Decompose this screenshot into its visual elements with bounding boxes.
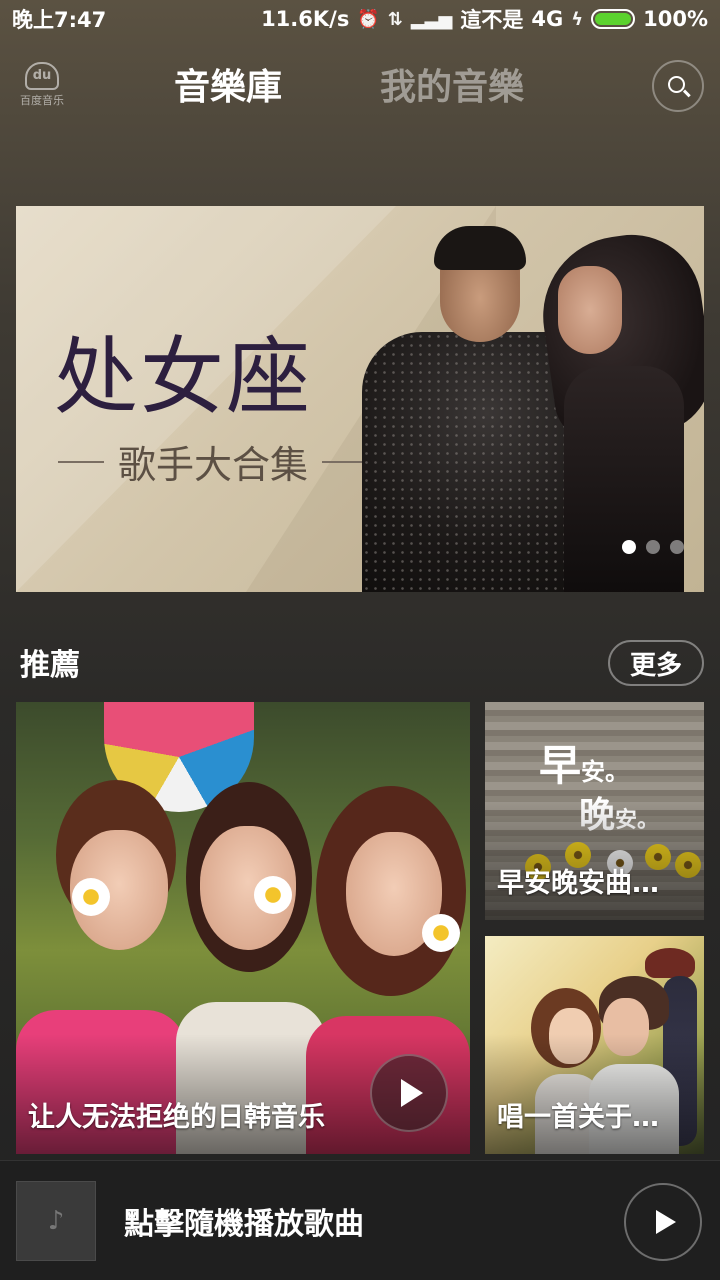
tab-music-library[interactable]: 音樂庫: [174, 58, 282, 110]
playlist-play-button[interactable]: [370, 1054, 448, 1132]
signal-icon: ▂▃▅: [410, 8, 453, 30]
search-button[interactable]: [652, 60, 704, 112]
data-transfer-icon: ⇅: [387, 8, 403, 30]
featured-banner[interactable]: 处女座 歌手大合集: [16, 206, 704, 592]
card-art-text: 早安。: [539, 741, 630, 790]
play-icon: [656, 1210, 676, 1234]
battery-percent: 100%: [643, 7, 708, 31]
search-icon: [667, 75, 685, 93]
charging-icon: ϟ: [571, 8, 584, 30]
section-title-recommend: 推薦: [20, 648, 80, 683]
playlist-card-title: 早安晚安曲…: [497, 868, 659, 899]
player-prompt[interactable]: 點擊隨機播放歌曲: [124, 1199, 364, 1243]
mini-player[interactable]: ♪ 點擊隨機播放歌曲: [0, 1160, 720, 1280]
more-button[interactable]: 更多: [608, 640, 704, 686]
banner-pagination: [622, 540, 684, 554]
app-header: du 百度音乐 音樂庫 我的音樂: [0, 44, 720, 120]
divider: [58, 460, 104, 463]
playlist-card[interactable]: 早安。 晚安。 早安晚安曲…: [485, 702, 704, 920]
banner-subtitle-row: 歌手大合集: [44, 434, 382, 489]
daisy-flower: [254, 876, 292, 914]
banner-singer-female: [532, 225, 704, 592]
status-time: 晚上7:47: [12, 8, 107, 32]
play-icon: [401, 1079, 423, 1107]
network-type: 4G: [531, 7, 564, 31]
tab-my-music[interactable]: 我的音樂: [380, 58, 524, 110]
playlist-card[interactable]: 让人无法拒绝的日韩音乐: [16, 702, 470, 1154]
banner-dot[interactable]: [670, 540, 684, 554]
banner-title: 处女座: [54, 328, 313, 426]
hat: [645, 948, 695, 978]
status-bar: 晚上7:47 11.6K/s ⏰ ⇅ ▂▃▅ 這不是 4G ϟ 100%: [0, 0, 720, 38]
carrier-name: 這不是: [460, 8, 524, 32]
album-art[interactable]: ♪: [16, 1181, 96, 1261]
banner-dot[interactable]: [646, 540, 660, 554]
daisy-flower: [72, 878, 110, 916]
music-note-icon: ♪: [47, 1206, 65, 1236]
logo-mark: du: [25, 62, 59, 90]
playlist-card[interactable]: 唱一首关于…: [485, 936, 704, 1154]
player-play-button[interactable]: [624, 1183, 702, 1261]
playlist-card-title: 唱一首关于…: [497, 1102, 659, 1133]
daisy-flower: [422, 914, 460, 952]
banner-dot-active[interactable]: [622, 540, 636, 554]
alarm-icon: ⏰: [357, 8, 380, 30]
net-speed: 11.6K/s: [261, 7, 350, 31]
logo-text: 百度音乐: [20, 94, 64, 107]
playlist-card-title: 让人无法拒绝的日韩音乐: [28, 1102, 325, 1133]
battery-icon: [591, 9, 636, 29]
banner-subtitle: 歌手大合集: [118, 443, 309, 487]
baidu-music-logo: du 百度音乐: [14, 62, 70, 112]
